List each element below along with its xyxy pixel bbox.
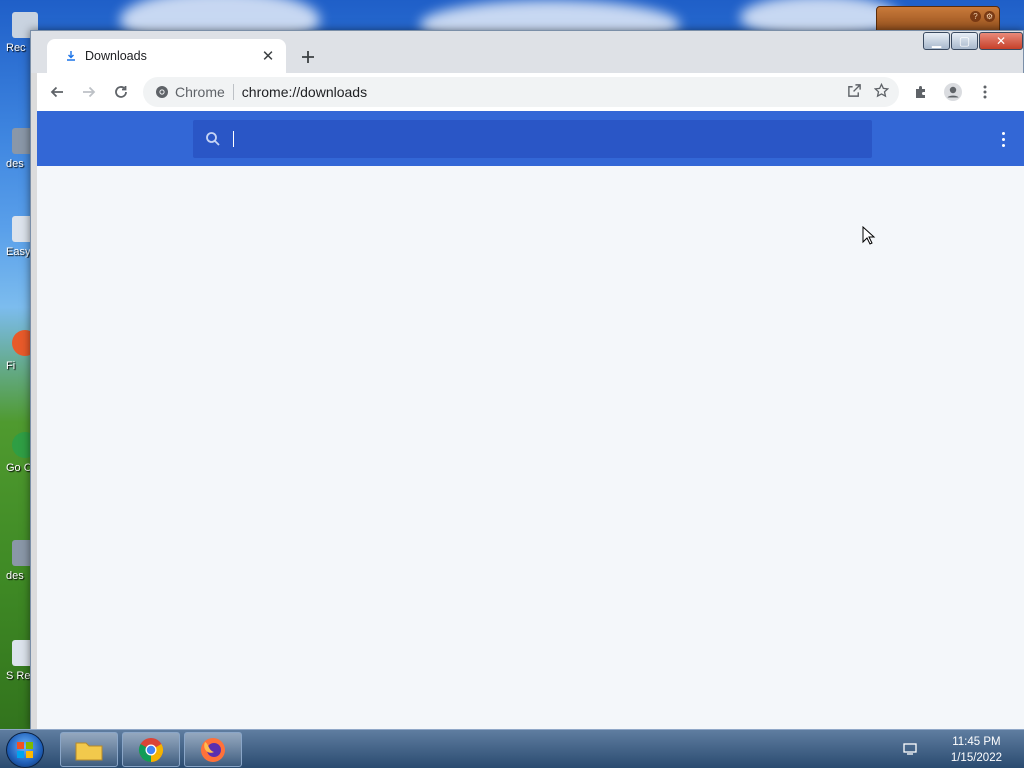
- minimize-button[interactable]: ▁: [923, 32, 950, 50]
- downloads-page: [37, 111, 1024, 731]
- extensions-button[interactable]: [907, 78, 935, 106]
- kebab-dot: [1001, 143, 1005, 147]
- reload-icon: [115, 86, 127, 98]
- clock[interactable]: 11:45 PM 1/15/2022: [951, 734, 1002, 766]
- site-name: Chrome: [175, 84, 225, 100]
- reload-button[interactable]: [107, 78, 135, 106]
- window-caption-buttons: ▁ ▢ ✕: [922, 32, 1023, 50]
- profile-icon: [944, 83, 962, 101]
- chrome-site-icon: [156, 86, 168, 98]
- clock-date: 1/15/2022: [950, 752, 1002, 764]
- firefox-icon: [201, 737, 225, 762]
- network-icon[interactable]: [902, 741, 918, 757]
- window-close-button[interactable]: ✕: [979, 32, 1023, 50]
- address-bar[interactable]: Chrome chrome://downloads: [143, 77, 899, 107]
- new-tab-button[interactable]: [295, 44, 321, 70]
- taskbar-file-explorer[interactable]: [60, 732, 118, 767]
- maximize-button[interactable]: ▢: [951, 32, 978, 50]
- search-icon: [206, 132, 220, 146]
- puzzle-icon: [916, 86, 925, 98]
- browser-menu-button[interactable]: [971, 78, 999, 106]
- share-icon[interactable]: [847, 83, 862, 101]
- chrome-window: Downloads ✕ ▁ ▢ ✕ Chrome chrome://downlo…: [30, 30, 1024, 731]
- forward-button[interactable]: [75, 78, 103, 106]
- system-tray: 11:45 PM 1/15/2022: [903, 730, 1024, 768]
- url-text[interactable]: chrome://downloads: [242, 84, 367, 100]
- taskbar: 11:45 PM 1/15/2022: [0, 729, 1024, 768]
- help-icon[interactable]: ?: [970, 11, 981, 22]
- chrome-icon: [138, 737, 164, 762]
- kebab-menu-icon: [983, 85, 987, 99]
- download-icon: [63, 48, 79, 64]
- tab-title: Downloads: [85, 49, 147, 63]
- kebab-dot: [1001, 137, 1005, 141]
- windows-logo-icon: [17, 742, 33, 758]
- plus-icon: [302, 51, 314, 63]
- clock-time: 11:45 PM: [952, 736, 1001, 748]
- arrow-left-icon: [50, 86, 63, 98]
- close-icon: ✕: [995, 34, 1007, 48]
- profile-button[interactable]: [939, 78, 967, 106]
- taskbar-chrome[interactable]: [122, 732, 180, 767]
- arrow-right-icon: [83, 86, 96, 98]
- downloads-header: [37, 111, 1024, 166]
- kebab-dot: [1001, 131, 1005, 135]
- omnibox-actions: [847, 77, 890, 107]
- downloads-search-input[interactable]: [234, 131, 834, 147]
- tab-strip: Downloads ✕ ▁ ▢ ✕: [31, 31, 1023, 73]
- close-icon[interactable]: ✕: [260, 48, 276, 65]
- maximize-icon: ▢: [958, 34, 971, 48]
- start-button[interactable]: [6, 732, 44, 768]
- folder-icon: [75, 742, 103, 760]
- minimize-icon: ▁: [931, 34, 942, 48]
- star-icon[interactable]: [873, 82, 890, 101]
- tab-downloads[interactable]: Downloads ✕: [47, 39, 286, 73]
- omnibox-divider: [232, 84, 234, 100]
- browser-toolbar: Chrome chrome://downloads: [37, 73, 1024, 111]
- downloads-search-box[interactable]: [193, 120, 872, 158]
- more-actions-button[interactable]: [993, 129, 1013, 149]
- mouse-cursor-icon: [862, 226, 876, 245]
- settings-icon[interactable]: ⚙: [984, 11, 995, 22]
- back-button[interactable]: [43, 78, 71, 106]
- taskbar-firefox[interactable]: [184, 732, 242, 767]
